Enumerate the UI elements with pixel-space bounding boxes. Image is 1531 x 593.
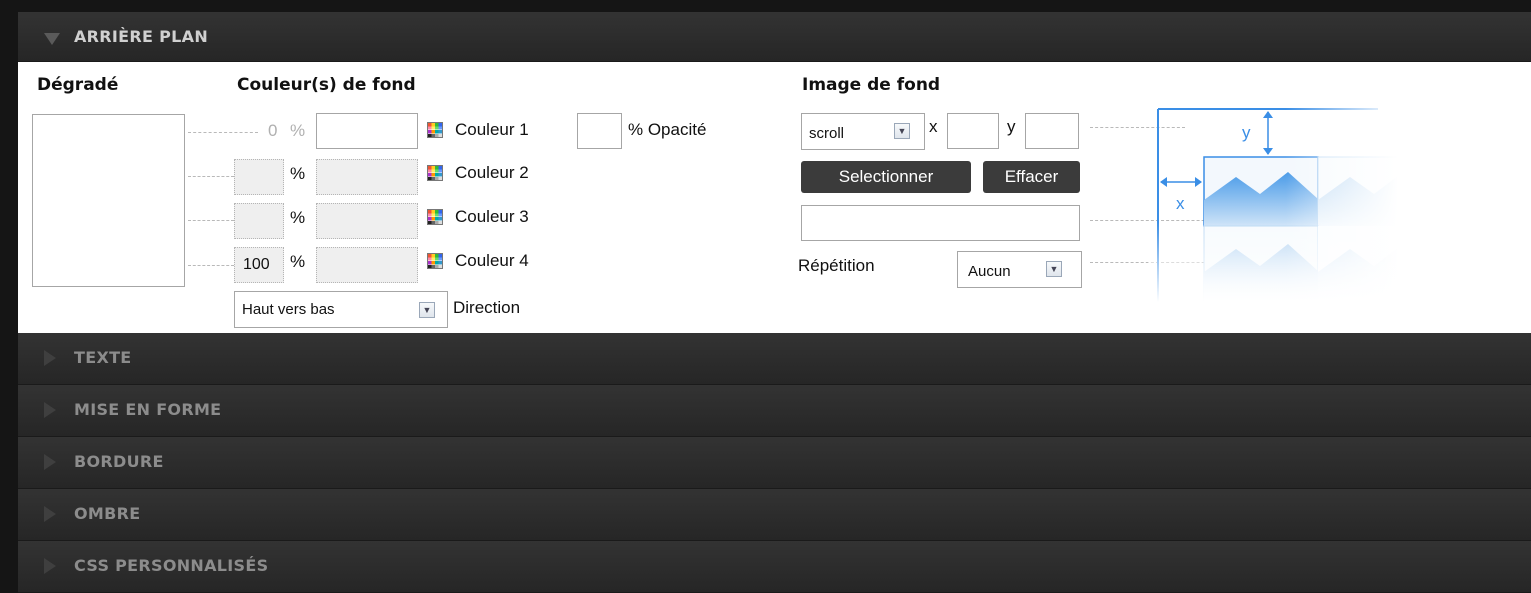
- stop4-label: Couleur 4: [455, 251, 529, 270]
- stop4-position-input[interactable]: 100: [234, 247, 284, 283]
- color-palette-icon[interactable]: [427, 253, 443, 269]
- direction-select[interactable]: Haut vers bas ▼: [234, 291, 448, 328]
- stop1-position: 0: [268, 121, 278, 140]
- section-header-custom-css[interactable]: CSS PERSONNALISÉS: [18, 541, 1531, 593]
- direction-label: Direction: [453, 298, 521, 317]
- section-title-layout: MISE EN FORME: [74, 400, 222, 419]
- triangle-right-icon: [44, 506, 56, 522]
- triangle-down-icon: [44, 33, 60, 45]
- stop1-connector: [188, 132, 258, 133]
- background-position-diagram: y x: [1148, 102, 1398, 302]
- triangle-right-icon: [44, 402, 56, 418]
- stop1-color-input[interactable]: [316, 113, 418, 149]
- frame-left-border: [0, 0, 18, 593]
- stop4-connector: [188, 265, 234, 266]
- stop1-label: Couleur 1: [455, 120, 529, 139]
- attachment-value: scroll: [809, 125, 845, 142]
- stop1-unit: %: [290, 121, 306, 140]
- stop2-unit: %: [290, 164, 306, 183]
- x-offset-label: x: [929, 117, 938, 136]
- section-title-custom-css: CSS PERSONNALISÉS: [74, 556, 269, 575]
- triangle-right-icon: [44, 558, 56, 574]
- y-offset-input[interactable]: [1025, 113, 1079, 149]
- stop3-color-input[interactable]: [316, 203, 418, 239]
- gradient-heading: Dégradé: [37, 75, 119, 95]
- color-palette-icon[interactable]: [427, 209, 443, 225]
- colors-heading: Couleur(s) de fond: [237, 75, 416, 95]
- triangle-right-icon: [44, 454, 56, 470]
- stop2-label: Couleur 2: [455, 163, 529, 182]
- direction-value: Haut vers bas: [242, 301, 335, 318]
- triangle-right-icon: [44, 350, 56, 366]
- repeat-value: Aucun: [968, 263, 1011, 280]
- stop4-color-input[interactable]: [316, 247, 418, 283]
- stop3-connector: [188, 220, 234, 221]
- section-title-shadow: OMBRE: [74, 504, 141, 523]
- diagram-y-label: y: [1242, 123, 1251, 142]
- section-header-shadow[interactable]: OMBRE: [18, 489, 1531, 541]
- stop3-unit: %: [290, 208, 306, 227]
- section-header-background[interactable]: ARRIÈRE PLAN: [18, 12, 1531, 62]
- section-title-text: TEXTE: [74, 348, 132, 367]
- x-offset-input[interactable]: [947, 113, 999, 149]
- section-header-border[interactable]: BORDURE: [18, 437, 1531, 489]
- opacity-label: % Opacité: [628, 120, 707, 139]
- color-palette-icon[interactable]: [427, 165, 443, 181]
- section-header-layout[interactable]: MISE EN FORME: [18, 385, 1531, 437]
- section-title-background: ARRIÈRE PLAN: [74, 27, 209, 46]
- background-settings-panel: Dégradé Couleur(s) de fond 0 % Couleur 1…: [18, 62, 1531, 333]
- frame-top-border: [0, 0, 1531, 12]
- image-heading: Image de fond: [802, 75, 941, 95]
- stop2-color-input[interactable]: [316, 159, 418, 195]
- repeat-select[interactable]: Aucun ▼: [957, 251, 1082, 288]
- chevron-down-icon: ▼: [1046, 261, 1062, 277]
- stop4-position: 100: [243, 256, 270, 273]
- stop4-unit: %: [290, 252, 306, 271]
- color-palette-icon[interactable]: [427, 122, 443, 138]
- select-image-button[interactable]: Selectionner: [801, 161, 971, 193]
- stop3-label: Couleur 3: [455, 207, 529, 226]
- chevron-down-icon: ▼: [894, 123, 910, 139]
- chevron-down-icon: ▼: [419, 302, 435, 318]
- y-offset-label: y: [1007, 117, 1016, 136]
- stop2-position-input[interactable]: [234, 159, 284, 195]
- gradient-preview: [32, 114, 185, 287]
- section-title-border: BORDURE: [74, 452, 164, 471]
- opacity-input[interactable]: [577, 113, 622, 149]
- stop2-connector: [188, 176, 234, 177]
- clear-image-button[interactable]: Effacer: [983, 161, 1080, 193]
- stop3-position-input[interactable]: [234, 203, 284, 239]
- image-url-input[interactable]: [801, 205, 1080, 241]
- attachment-select[interactable]: scroll ▼: [801, 113, 925, 150]
- repeat-label: Répétition: [798, 256, 875, 275]
- diagram-x-label: x: [1176, 194, 1185, 213]
- section-header-text[interactable]: TEXTE: [18, 333, 1531, 385]
